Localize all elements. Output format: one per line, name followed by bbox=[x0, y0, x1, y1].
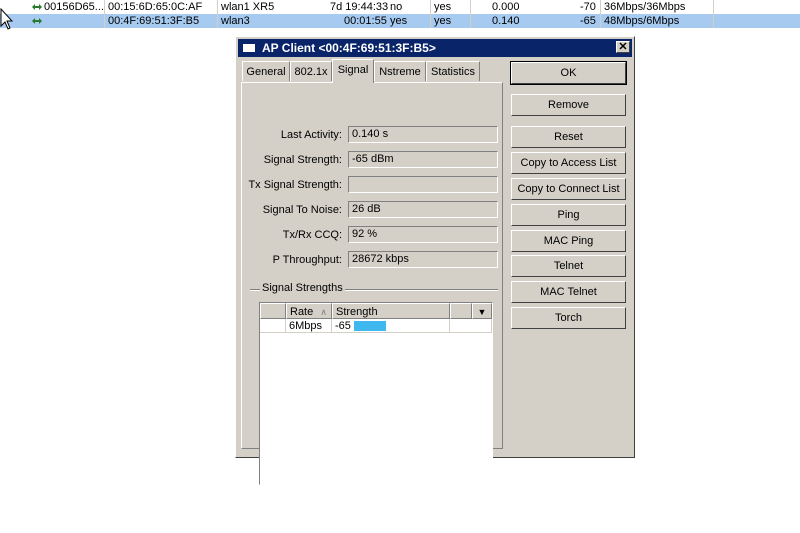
ccq-label: Tx/Rx CCQ: bbox=[282, 229, 342, 241]
header-rate-label: Rate bbox=[290, 306, 314, 318]
signal-to-noise-field: 26 dB bbox=[348, 201, 498, 218]
header-rate[interactable]: Rate ∧ bbox=[286, 303, 332, 319]
wireless-client-icon bbox=[32, 18, 42, 24]
signal-strength-label: Signal Strength: bbox=[263, 154, 342, 166]
tab-signal[interactable]: Signal bbox=[332, 59, 374, 83]
row-rate: 48Mbps/6Mbps bbox=[604, 15, 680, 27]
wireless-client-icon bbox=[32, 4, 42, 10]
header-strength[interactable]: Strength bbox=[332, 303, 450, 319]
row-spacer bbox=[450, 319, 492, 333]
cell-rate: 6Mbps bbox=[286, 319, 332, 333]
row-last-activity: 0.000 bbox=[492, 1, 520, 13]
remove-button[interactable]: Remove bbox=[511, 94, 626, 116]
ap-client-dialog: AP Client <00:4F:69:51:3F:B5> ✕ General … bbox=[235, 36, 635, 485]
row-mac: 00:15:6D:65:0C:AF bbox=[108, 1, 203, 13]
ccq-field: 92 % bbox=[348, 226, 498, 243]
telnet-button[interactable]: Telnet bbox=[511, 255, 626, 277]
window-icon bbox=[243, 44, 255, 52]
registration-row[interactable]: 00156D65... 00:15:6D:65:0C:AF wlan1 XR5 … bbox=[0, 0, 800, 14]
signal-strengths-table: Rate ∧ Strength ▼ 6Mbps -65 bbox=[259, 302, 493, 485]
mouse-cursor-icon bbox=[0, 8, 14, 30]
row-uptime: 00:01:55 bbox=[344, 15, 387, 27]
column-divider bbox=[600, 0, 601, 28]
column-divider bbox=[470, 0, 471, 28]
p-throughput-label: P Throughput: bbox=[272, 254, 342, 266]
tx-signal-strength-label: Tx Signal Strength: bbox=[248, 179, 342, 191]
column-dropdown-icon[interactable]: ▼ bbox=[472, 303, 492, 319]
table-row[interactable]: 6Mbps -65 bbox=[260, 319, 492, 333]
tab-nstreme[interactable]: Nstreme bbox=[374, 61, 426, 81]
table-header: Rate ∧ Strength ▼ bbox=[260, 303, 492, 319]
tx-signal-strength-field bbox=[348, 176, 498, 193]
strength-bar bbox=[354, 321, 386, 331]
tab-general[interactable]: General bbox=[242, 61, 290, 81]
ping-button[interactable]: Ping bbox=[511, 204, 626, 226]
row-ap: yes bbox=[390, 15, 408, 27]
copy-to-connect-list-button[interactable]: Copy to Connect List bbox=[511, 178, 626, 200]
reset-button[interactable]: Reset bbox=[511, 126, 626, 148]
signal-strength-field: -65 dBm bbox=[348, 151, 498, 168]
copy-to-access-list-button[interactable]: Copy to Access List bbox=[511, 152, 626, 174]
tab-statistics[interactable]: Statistics bbox=[426, 61, 480, 81]
row-ap: no bbox=[390, 1, 403, 13]
column-divider bbox=[430, 0, 431, 28]
last-activity-label: Last Activity: bbox=[280, 129, 342, 141]
header-spacer bbox=[450, 303, 472, 319]
signal-to-noise-label: Signal To Noise: bbox=[262, 204, 342, 216]
dialog-title: AP Client <00:4F:69:51:3F:B5> bbox=[262, 41, 436, 55]
row-wds: yes bbox=[434, 15, 452, 27]
mac-telnet-button[interactable]: MAC Telnet bbox=[511, 281, 626, 303]
row-spacer bbox=[260, 319, 286, 333]
row-last-activity: 0.140 bbox=[492, 15, 520, 27]
sort-asc-icon: ∧ bbox=[320, 307, 327, 317]
row-interface: wlan3 bbox=[221, 15, 250, 27]
close-button[interactable]: ✕ bbox=[616, 41, 630, 53]
dialog-titlebar[interactable]: AP Client <00:4F:69:51:3F:B5> ✕ bbox=[238, 39, 632, 57]
row-signal: -65 bbox=[580, 15, 596, 27]
tab-802-1x[interactable]: 802.1x bbox=[290, 61, 332, 81]
ok-button[interactable]: OK bbox=[510, 61, 627, 85]
row-uptime: 7d 19:44:33 bbox=[330, 1, 389, 13]
signal-panel: Last Activity: 0.140 s Signal Strength: … bbox=[241, 82, 503, 485]
cell-strength: -65 bbox=[332, 319, 450, 333]
mac-ping-button[interactable]: MAC Ping bbox=[511, 230, 626, 252]
signal-strengths-label: Signal Strengths bbox=[260, 282, 345, 294]
registration-row-selected[interactable]: 00:4F:69:51:3F:B5 wlan3 00:01:55 yes yes… bbox=[0, 14, 800, 28]
row-wds: yes bbox=[434, 1, 452, 13]
p-throughput-field: 28672 kbps bbox=[348, 251, 498, 268]
row-interface: wlan1 XR5 bbox=[221, 1, 275, 13]
row-name: 00156D65... bbox=[44, 1, 104, 13]
row-signal: -70 bbox=[580, 1, 596, 13]
column-divider bbox=[713, 0, 714, 28]
column-divider bbox=[217, 0, 218, 28]
torch-button[interactable]: Torch bbox=[511, 307, 626, 329]
row-mac: 00:4F:69:51:3F:B5 bbox=[108, 15, 200, 27]
column-divider bbox=[104, 0, 105, 28]
last-activity-field: 0.140 s bbox=[348, 126, 498, 143]
row-rate: 36Mbps/36Mbps bbox=[604, 1, 686, 13]
header-spacer bbox=[260, 303, 286, 319]
strength-value: -65 bbox=[335, 320, 351, 332]
